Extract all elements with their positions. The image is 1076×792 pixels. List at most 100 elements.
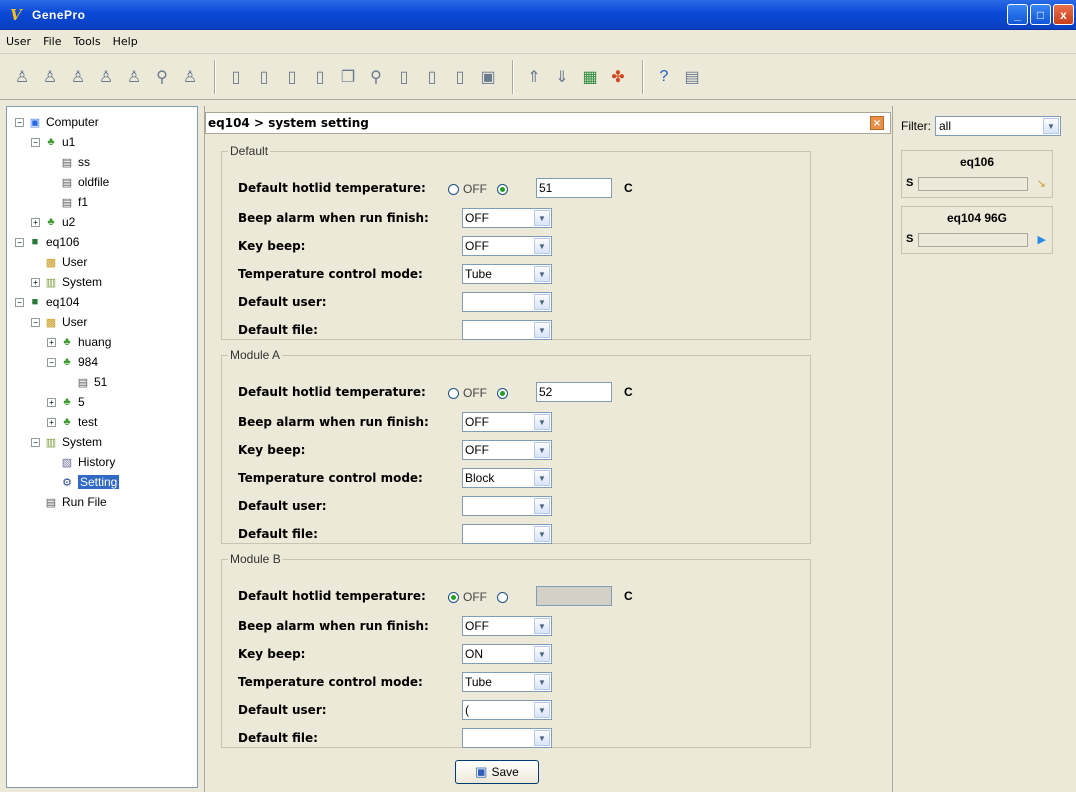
navigation-tree[interactable]: − ▣ Computer − ♣ u1 ▤ ss ▤ oldfile ▤ f1 + ♣ u2 − ■ eq106 ▩… <box>6 106 198 788</box>
tree-item-system[interactable]: + ▥ System <box>31 273 102 291</box>
export-file-icon[interactable]: ▯ <box>420 65 444 89</box>
maximize-button[interactable]: □ <box>1030 4 1051 25</box>
tree-item-user[interactable]: ▩ User <box>31 253 88 271</box>
hotlid-off-radio[interactable] <box>448 591 459 603</box>
users-icon[interactable]: ♙ <box>38 65 62 89</box>
import-file-icon[interactable]: ▯ <box>392 65 416 89</box>
hotlid-temperature-input[interactable]: 52 <box>536 382 612 402</box>
tree-item-eq106[interactable]: − ■ eq106 <box>15 233 79 251</box>
tree-item-984[interactable]: − ♣ 984 <box>47 353 98 371</box>
help-icon[interactable]: ? <box>652 65 676 89</box>
default-file-select[interactable]: ▼ <box>462 320 552 340</box>
copy-file-icon[interactable]: ❐ <box>336 65 360 89</box>
collapse-icon[interactable]: − <box>31 137 40 147</box>
temperature-mode-select[interactable]: Tube ▼ <box>462 672 552 692</box>
tree-item-huang[interactable]: + ♣ huang <box>47 333 111 351</box>
hotlid-on-radio[interactable] <box>497 387 508 399</box>
minimize-button[interactable]: _ <box>1007 4 1028 25</box>
delete-user-icon[interactable]: ♙ <box>178 65 202 89</box>
save-button[interactable]: ▣ Save <box>455 760 539 784</box>
find-file-icon[interactable]: ⚲ <box>364 65 388 89</box>
tree-item-eq104[interactable]: − ■ eq104 <box>15 293 79 311</box>
default-file-row: Default file: <box>238 524 318 544</box>
tree-item-user[interactable]: − ▩ User <box>31 313 87 331</box>
open-file-icon[interactable]: ▯ <box>252 65 276 89</box>
add-user-icon[interactable]: ♙ <box>66 65 90 89</box>
hotlid-off-radio[interactable] <box>448 387 459 399</box>
info-icon[interactable]: ▤ <box>680 65 704 89</box>
monitor-icon[interactable]: ▦ <box>578 65 602 89</box>
default-file-select[interactable]: ▼ <box>462 728 552 748</box>
default-file-select[interactable]: ▼ <box>462 524 552 544</box>
device-card[interactable]: eq106 S ↘ <box>901 150 1053 198</box>
tree-item-setting[interactable]: ⚙ Setting <box>47 473 120 491</box>
beep-alarm-select[interactable]: OFF ▼ <box>462 616 552 636</box>
filter-select[interactable]: all ▼ <box>935 116 1061 136</box>
expand-icon[interactable]: + <box>47 417 56 427</box>
hotlid-temperature-input[interactable] <box>536 586 612 606</box>
menu-tools[interactable]: Tools <box>74 35 101 48</box>
key-beep-select[interactable]: OFF ▼ <box>462 236 552 256</box>
default-user-select[interactable]: (▼ <box>462 700 552 720</box>
tree-item-5[interactable]: + ♣ 5 <box>47 393 85 411</box>
tree-item-51[interactable]: ▤ 51 <box>63 373 108 391</box>
default-user-select[interactable]: ▼ <box>462 496 552 516</box>
device-card[interactable]: eq104 96G S ▶ <box>901 206 1053 254</box>
beep-alarm-row: Beep alarm when run finish: <box>238 412 429 432</box>
expand-icon[interactable]: + <box>47 397 56 407</box>
hotlid-on-radio[interactable] <box>497 591 508 603</box>
tree-item-ss[interactable]: ▤ ss <box>47 153 90 171</box>
collapse-icon[interactable]: − <box>31 317 40 327</box>
menu-user[interactable]: User <box>6 35 31 48</box>
menu-file[interactable]: File <box>43 35 61 48</box>
menu-help[interactable]: Help <box>113 35 138 48</box>
tree-item-u1[interactable]: − ♣ u1 <box>31 133 75 151</box>
search-user-icon[interactable]: ⚲ <box>150 65 174 89</box>
beep-alarm-label: Beep alarm when run finish: <box>238 415 429 429</box>
tree-item-computer[interactable]: − ▣ Computer <box>15 113 99 131</box>
save-file-icon[interactable]: ▣ <box>476 65 500 89</box>
close-button[interactable]: x <box>1053 4 1074 25</box>
hotlid-temperature-input[interactable]: 51 <box>536 178 612 198</box>
upload-icon[interactable]: ⇑ <box>522 65 546 89</box>
group-icon[interactable]: ♙ <box>122 65 146 89</box>
network-icon[interactable]: ✤ <box>606 65 630 89</box>
tree-item-test[interactable]: + ♣ test <box>47 413 97 431</box>
download-icon[interactable]: ⇓ <box>550 65 574 89</box>
computer-icon: ▣ <box>29 116 41 129</box>
file-props-icon[interactable]: ▯ <box>448 65 472 89</box>
key-beep-select[interactable]: ON ▼ <box>462 644 552 664</box>
tree-item-system[interactable]: − ▥ System <box>31 433 102 451</box>
temperature-mode-select[interactable]: Block ▼ <box>462 468 552 488</box>
default-user-select[interactable]: ▼ <box>462 292 552 312</box>
temperature-mode-select[interactable]: Tube ▼ <box>462 264 552 284</box>
tree-item-run-file[interactable]: ▤ Run File <box>31 493 107 511</box>
tree-item-label: History <box>78 455 116 469</box>
hotlid-on-radio[interactable] <box>497 183 508 195</box>
user-icon[interactable]: ♙ <box>10 65 34 89</box>
edit-user-icon[interactable]: ♙ <box>94 65 118 89</box>
edit-file-icon[interactable]: ▯ <box>308 65 332 89</box>
device-name: eq104 96G <box>946 211 1008 225</box>
expand-icon[interactable]: + <box>31 217 40 227</box>
tree-item-f1[interactable]: ▤ f1 <box>47 193 88 211</box>
collapse-icon[interactable]: − <box>47 357 56 367</box>
hotlid-off-radio[interactable] <box>448 183 459 195</box>
default-file-row: Default file: <box>238 320 318 340</box>
new-file-icon[interactable]: ▯ <box>224 65 248 89</box>
collapse-icon[interactable]: − <box>15 117 24 127</box>
close-panel-icon[interactable]: × <box>870 116 884 130</box>
tree-item-oldfile[interactable]: ▤ oldfile <box>47 173 110 191</box>
file-icon[interactable]: ▯ <box>280 65 304 89</box>
expand-icon[interactable]: + <box>47 337 56 347</box>
beep-alarm-select[interactable]: OFF ▼ <box>462 412 552 432</box>
tree-item-label: Setting <box>78 475 120 489</box>
expand-icon[interactable]: + <box>31 277 40 287</box>
collapse-icon[interactable]: − <box>15 297 24 307</box>
collapse-icon[interactable]: − <box>31 437 40 447</box>
tree-item-history[interactable]: ▧ History <box>47 453 116 471</box>
key-beep-select[interactable]: OFF ▼ <box>462 440 552 460</box>
collapse-icon[interactable]: − <box>15 237 24 247</box>
tree-item-u2[interactable]: + ♣ u2 <box>31 213 75 231</box>
beep-alarm-select[interactable]: OFF ▼ <box>462 208 552 228</box>
